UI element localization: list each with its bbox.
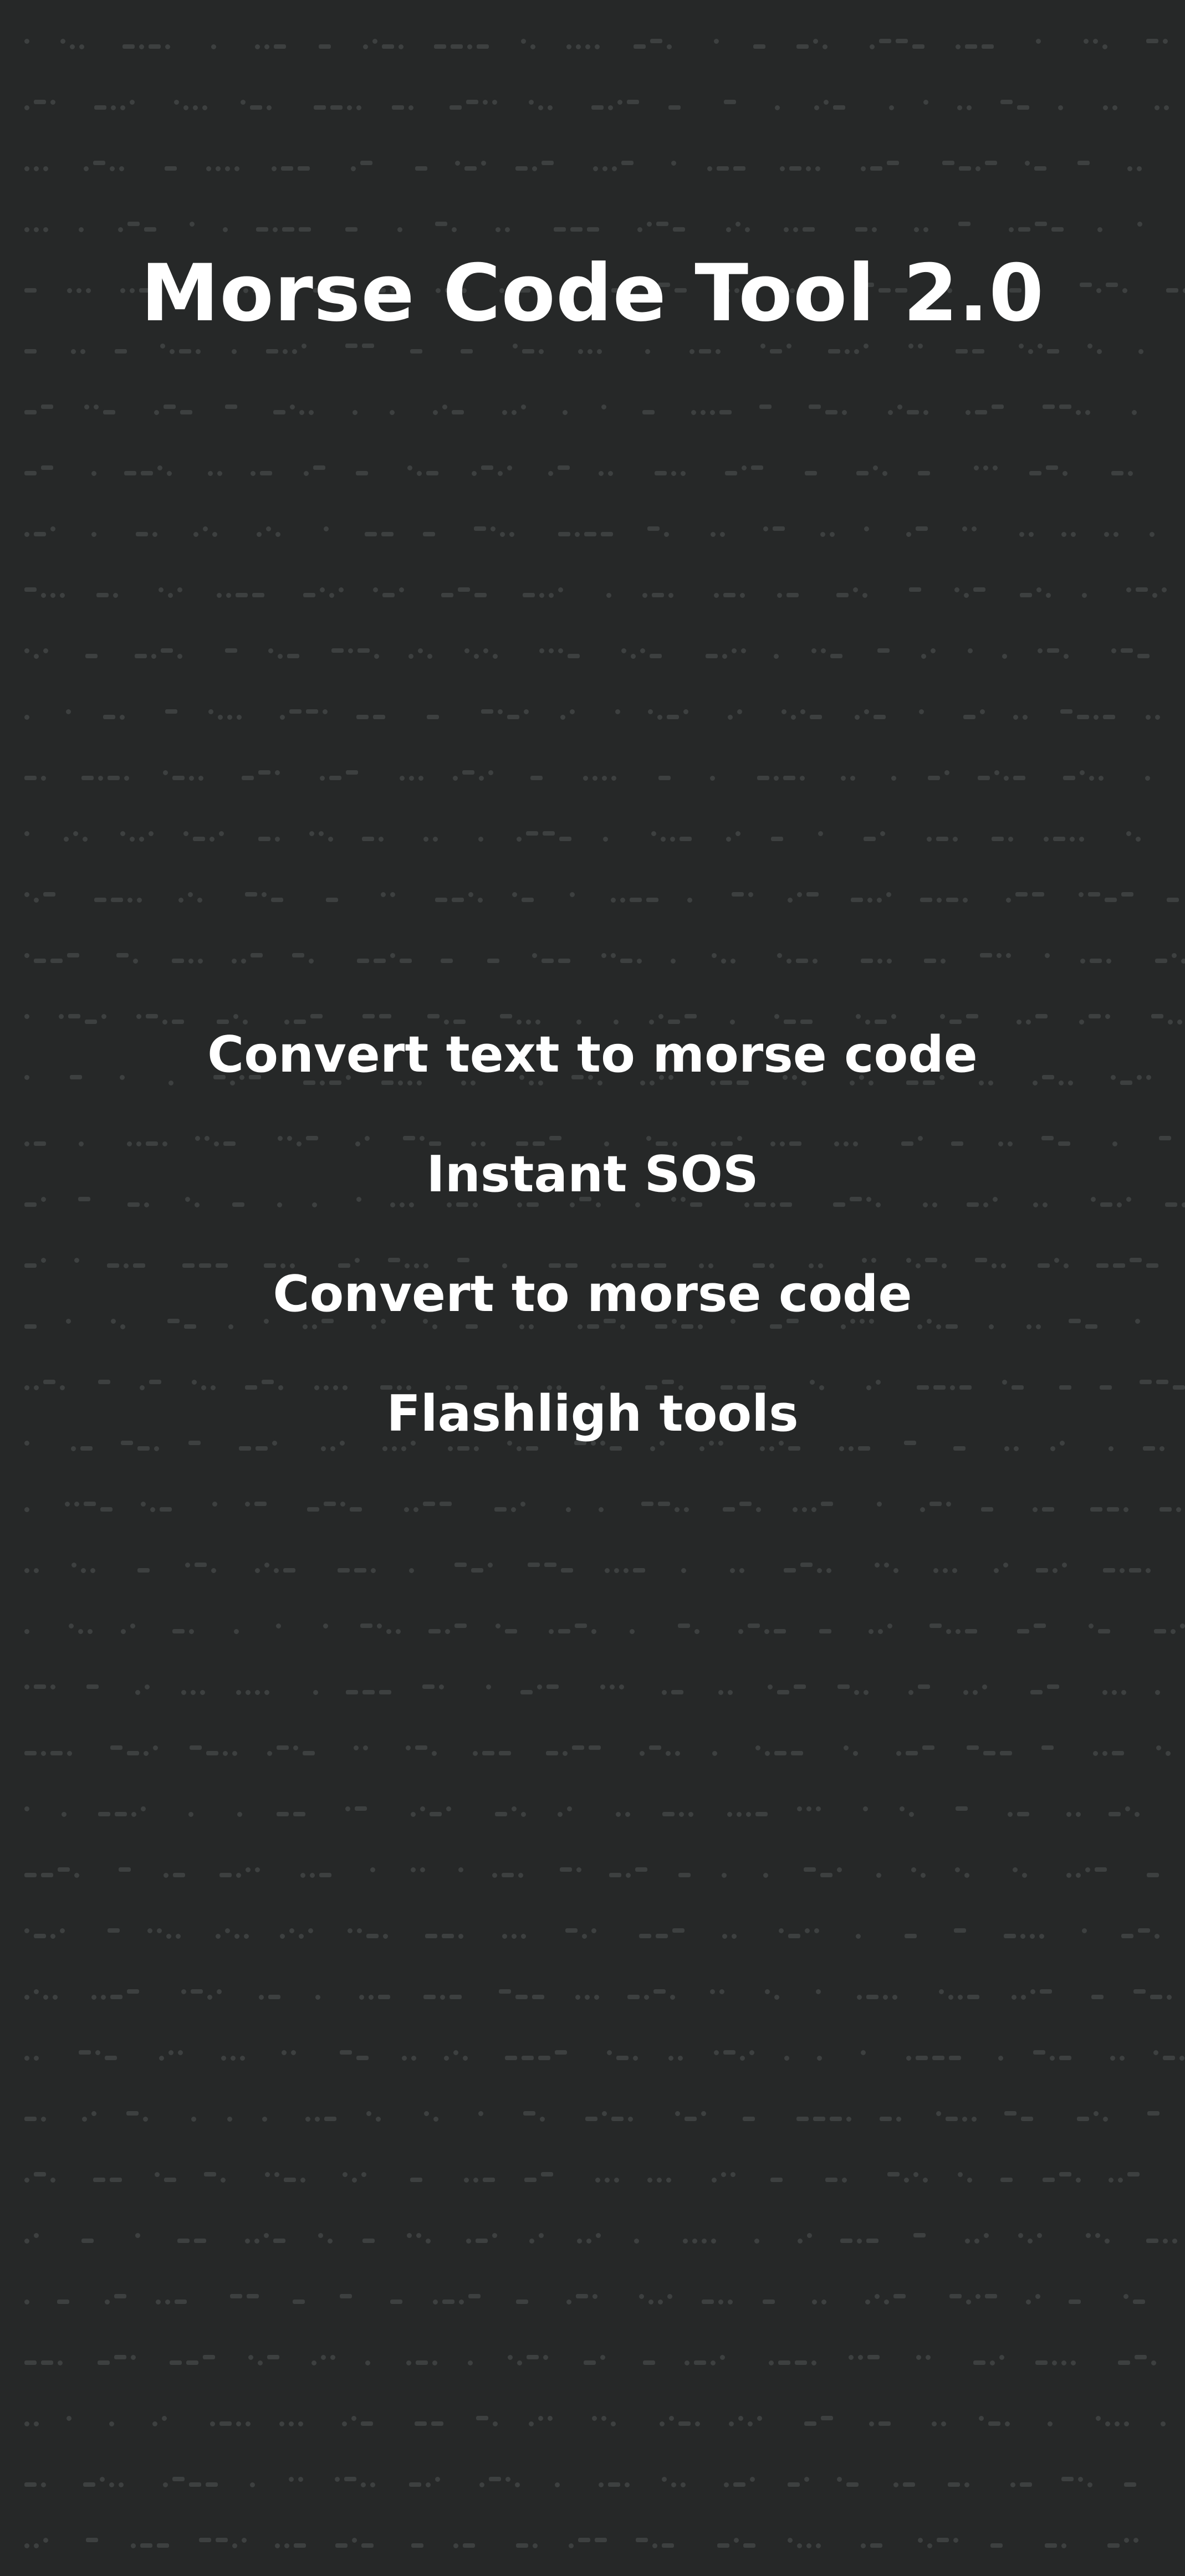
app-title: Morse Code Tool 2.0 [140,248,1045,339]
main-menu: Convert text to morse code Instant SOS C… [0,1020,1185,1498]
flashlight-tools-button[interactable]: Flashligh tools [0,1379,1185,1498]
convert-text-to-morse-button[interactable]: Convert text to morse code [0,1020,1185,1139]
app-screen: Morse Code Tool 2.0 Convert text to mors… [0,0,1185,2576]
convert-to-morse-button[interactable]: Convert to morse code [0,1259,1185,1379]
instant-sos-button[interactable]: Instant SOS [0,1139,1185,1259]
